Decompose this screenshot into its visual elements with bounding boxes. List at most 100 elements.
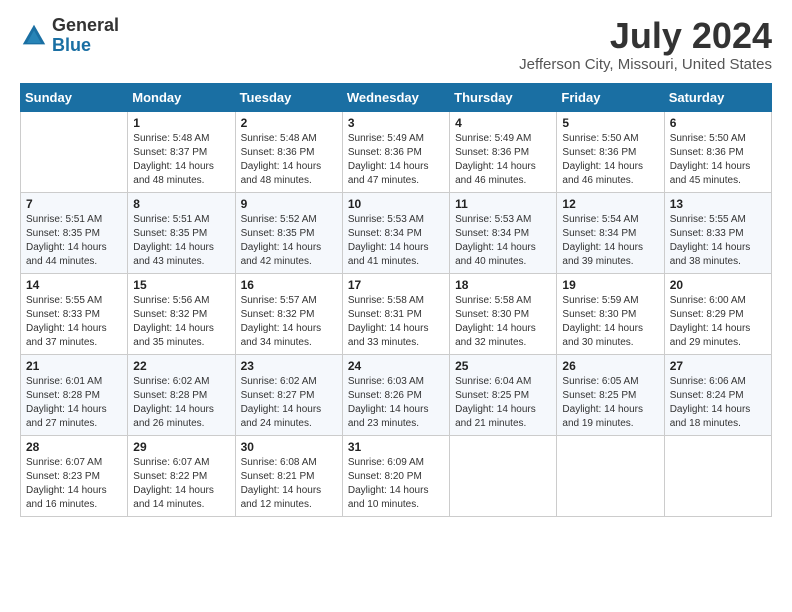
calendar-cell: 9 Sunrise: 5:52 AMSunset: 8:35 PMDaylight… <box>235 192 342 273</box>
day-number: 26 <box>562 359 658 373</box>
calendar-cell: 8 Sunrise: 5:51 AMSunset: 8:35 PMDaylight… <box>128 192 235 273</box>
day-detail: Sunrise: 6:01 AMSunset: 8:28 PMDaylight:… <box>26 375 122 431</box>
calendar-table: SundayMondayTuesdayWednesdayThursdayFrid… <box>20 83 772 517</box>
logo: General Blue <box>20 16 119 56</box>
day-detail: Sunrise: 5:52 AMSunset: 8:35 PMDaylight:… <box>241 213 337 269</box>
day-detail: Sunrise: 6:06 AMSunset: 8:24 PMDaylight:… <box>670 375 766 431</box>
day-number: 4 <box>455 116 551 130</box>
day-detail: Sunrise: 6:03 AMSunset: 8:26 PMDaylight:… <box>348 375 444 431</box>
day-detail: Sunrise: 5:53 AMSunset: 8:34 PMDaylight:… <box>455 213 551 269</box>
calendar-cell: 5 Sunrise: 5:50 AMSunset: 8:36 PMDaylight… <box>557 111 664 192</box>
day-detail: Sunrise: 5:49 AMSunset: 8:36 PMDaylight:… <box>348 132 444 188</box>
day-number: 11 <box>455 197 551 211</box>
day-number: 15 <box>133 278 229 292</box>
day-number: 23 <box>241 359 337 373</box>
day-number: 7 <box>26 197 122 211</box>
calendar-cell: 23 Sunrise: 6:02 AMSunset: 8:27 PMDayligh… <box>235 354 342 435</box>
calendar-cell: 15 Sunrise: 5:56 AMSunset: 8:32 PMDayligh… <box>128 273 235 354</box>
day-number: 13 <box>670 197 766 211</box>
day-number: 3 <box>348 116 444 130</box>
header: General Blue July 2024 Jefferson City, M… <box>20 16 772 73</box>
day-number: 1 <box>133 116 229 130</box>
calendar-cell: 30Sunrise: 6:08 AMSunset: 8:21 PMDayligh… <box>235 435 342 516</box>
title-area: July 2024 Jefferson City, Missouri, Unit… <box>519 16 772 73</box>
day-number: 18 <box>455 278 551 292</box>
day-detail: Sunrise: 6:08 AMSunset: 8:21 PMDaylight:… <box>241 456 337 512</box>
logo-text: General Blue <box>52 16 119 56</box>
calendar-cell: 13Sunrise: 5:55 AMSunset: 8:33 PMDayligh… <box>664 192 771 273</box>
calendar-cell: 7 Sunrise: 5:51 AMSunset: 8:35 PMDaylight… <box>21 192 128 273</box>
header-day-monday: Monday <box>128 83 235 111</box>
calendar-cell: 20 Sunrise: 6:00 AMSunset: 8:29 PMDayligh… <box>664 273 771 354</box>
day-detail: Sunrise: 5:56 AMSunset: 8:32 PMDaylight:… <box>133 294 229 350</box>
calendar-cell: 4 Sunrise: 5:49 AMSunset: 8:36 PMDaylight… <box>450 111 557 192</box>
day-number: 8 <box>133 197 229 211</box>
calendar-cell: 12 Sunrise: 5:54 AMSunset: 8:34 PMDayligh… <box>557 192 664 273</box>
day-detail: Sunrise: 5:51 AMSunset: 8:35 PMDaylight:… <box>26 213 122 269</box>
calendar-cell: 18Sunrise: 5:58 AMSunset: 8:30 PMDayligh… <box>450 273 557 354</box>
calendar-cell: 1 Sunrise: 5:48 AMSunset: 8:37 PMDaylight… <box>128 111 235 192</box>
calendar-cell <box>557 435 664 516</box>
day-detail: Sunrise: 6:00 AMSunset: 8:29 PMDaylight:… <box>670 294 766 350</box>
day-detail: Sunrise: 5:50 AMSunset: 8:36 PMDaylight:… <box>562 132 658 188</box>
day-number: 20 <box>670 278 766 292</box>
page-subtitle: Jefferson City, Missouri, United States <box>519 56 772 73</box>
logo-icon <box>20 22 48 50</box>
day-number: 9 <box>241 197 337 211</box>
day-detail: Sunrise: 5:54 AMSunset: 8:34 PMDaylight:… <box>562 213 658 269</box>
calendar-cell: 11 Sunrise: 5:53 AMSunset: 8:34 PMDayligh… <box>450 192 557 273</box>
calendar-cell: 6Sunrise: 5:50 AMSunset: 8:36 PMDaylight… <box>664 111 771 192</box>
calendar-cell: 21 Sunrise: 6:01 AMSunset: 8:28 PMDayligh… <box>21 354 128 435</box>
day-number: 29 <box>133 440 229 454</box>
day-number: 31 <box>348 440 444 454</box>
calendar-header-row: SundayMondayTuesdayWednesdayThursdayFrid… <box>21 83 772 111</box>
day-detail: Sunrise: 5:51 AMSunset: 8:35 PMDaylight:… <box>133 213 229 269</box>
day-number: 16 <box>241 278 337 292</box>
day-number: 2 <box>241 116 337 130</box>
day-detail: Sunrise: 5:48 AMSunset: 8:36 PMDaylight:… <box>241 132 337 188</box>
day-detail: Sunrise: 6:05 AMSunset: 8:25 PMDaylight:… <box>562 375 658 431</box>
calendar-cell: 16 Sunrise: 5:57 AMSunset: 8:32 PMDayligh… <box>235 273 342 354</box>
header-day-wednesday: Wednesday <box>342 83 449 111</box>
day-detail: Sunrise: 5:55 AMSunset: 8:33 PMDaylight:… <box>26 294 122 350</box>
day-detail: Sunrise: 6:02 AMSunset: 8:27 PMDaylight:… <box>241 375 337 431</box>
logo-general-label: General <box>52 16 119 36</box>
day-number: 12 <box>562 197 658 211</box>
logo-blue-label: Blue <box>52 36 119 56</box>
day-detail: Sunrise: 5:57 AMSunset: 8:32 PMDaylight:… <box>241 294 337 350</box>
day-detail: Sunrise: 6:04 AMSunset: 8:25 PMDaylight:… <box>455 375 551 431</box>
header-day-thursday: Thursday <box>450 83 557 111</box>
day-number: 21 <box>26 359 122 373</box>
day-number: 17 <box>348 278 444 292</box>
header-day-friday: Friday <box>557 83 664 111</box>
day-detail: Sunrise: 5:48 AMSunset: 8:37 PMDaylight:… <box>133 132 229 188</box>
calendar-cell: 22Sunrise: 6:02 AMSunset: 8:28 PMDayligh… <box>128 354 235 435</box>
calendar-cell <box>21 111 128 192</box>
day-detail: Sunrise: 5:53 AMSunset: 8:34 PMDaylight:… <box>348 213 444 269</box>
calendar-cell <box>450 435 557 516</box>
day-number: 5 <box>562 116 658 130</box>
calendar-cell: 2 Sunrise: 5:48 AMSunset: 8:36 PMDaylight… <box>235 111 342 192</box>
day-detail: Sunrise: 6:07 AMSunset: 8:22 PMDaylight:… <box>133 456 229 512</box>
day-detail: Sunrise: 5:49 AMSunset: 8:36 PMDaylight:… <box>455 132 551 188</box>
calendar-week-row: 7 Sunrise: 5:51 AMSunset: 8:35 PMDaylight… <box>21 192 772 273</box>
day-number: 25 <box>455 359 551 373</box>
header-day-sunday: Sunday <box>21 83 128 111</box>
day-number: 14 <box>26 278 122 292</box>
calendar-week-row: 21 Sunrise: 6:01 AMSunset: 8:28 PMDayligh… <box>21 354 772 435</box>
calendar-cell: 29 Sunrise: 6:07 AMSunset: 8:22 PMDayligh… <box>128 435 235 516</box>
day-number: 28 <box>26 440 122 454</box>
calendar-week-row: 14 Sunrise: 5:55 AMSunset: 8:33 PMDayligh… <box>21 273 772 354</box>
calendar-week-row: 1 Sunrise: 5:48 AMSunset: 8:37 PMDaylight… <box>21 111 772 192</box>
day-detail: Sunrise: 6:02 AMSunset: 8:28 PMDaylight:… <box>133 375 229 431</box>
day-detail: Sunrise: 5:59 AMSunset: 8:30 PMDaylight:… <box>562 294 658 350</box>
calendar-cell <box>664 435 771 516</box>
day-detail: Sunrise: 6:09 AMSunset: 8:20 PMDaylight:… <box>348 456 444 512</box>
calendar-cell: 17Sunrise: 5:58 AMSunset: 8:31 PMDayligh… <box>342 273 449 354</box>
calendar-cell: 10Sunrise: 5:53 AMSunset: 8:34 PMDayligh… <box>342 192 449 273</box>
calendar-cell: 26 Sunrise: 6:05 AMSunset: 8:25 PMDayligh… <box>557 354 664 435</box>
day-number: 24 <box>348 359 444 373</box>
day-number: 27 <box>670 359 766 373</box>
calendar-cell: 28Sunrise: 6:07 AMSunset: 8:23 PMDayligh… <box>21 435 128 516</box>
calendar-cell: 3 Sunrise: 5:49 AMSunset: 8:36 PMDaylight… <box>342 111 449 192</box>
